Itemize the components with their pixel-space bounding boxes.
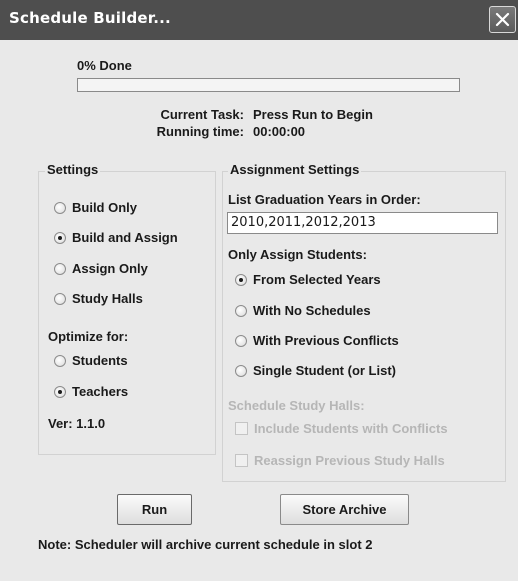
dialog-title: Schedule Builder...: [9, 9, 171, 27]
radio-button-icon: [235, 365, 247, 377]
current-task-label: Current Task:: [160, 107, 244, 122]
radio-label: From Selected Years: [253, 272, 381, 287]
run-button[interactable]: Run: [117, 494, 192, 525]
checkbox-icon: [235, 422, 248, 435]
radio-button-icon: [235, 335, 247, 347]
radio-button-icon: [54, 355, 66, 367]
close-button[interactable]: [489, 6, 516, 33]
radio-button-icon: [54, 202, 66, 214]
radio-button-icon: [54, 232, 66, 244]
close-icon: [495, 12, 510, 27]
checkbox-label: Include Students with Conflicts: [254, 421, 448, 436]
radio-button-icon: [235, 274, 247, 286]
radio-label: With No Schedules: [253, 303, 371, 318]
radio-label: With Previous Conflicts: [253, 333, 399, 348]
grad-years-input[interactable]: 2010,2011,2012,2013: [227, 212, 498, 234]
running-time-label: Running time:: [156, 124, 244, 139]
radio-label: Teachers: [72, 384, 129, 399]
settings-heading: Settings: [45, 162, 101, 177]
radio-label: Assign Only: [72, 261, 148, 276]
optimize-for-label: Optimize for:: [48, 329, 129, 344]
archive-note: Note: Scheduler will archive current sch…: [38, 537, 373, 552]
grad-years-label: List Graduation Years in Order:: [228, 192, 421, 207]
schedule-study-halls-label: Schedule Study Halls:: [228, 398, 365, 413]
schedule-builder-dialog: Schedule Builder... 0% Done Current Task…: [0, 0, 518, 581]
radio-label: Students: [72, 353, 128, 368]
radio-button-icon: [54, 263, 66, 275]
title-bar[interactable]: Schedule Builder...: [0, 0, 518, 40]
current-task-value: Press Run to Begin: [253, 107, 373, 122]
only-assign-label: Only Assign Students:: [228, 247, 367, 262]
radio-label: Build and Assign: [72, 230, 178, 245]
radio-button-icon: [54, 386, 66, 398]
version-label: Ver: 1.1.0: [48, 416, 106, 431]
progress-label: 0% Done: [77, 58, 132, 73]
radio-label: Build Only: [72, 200, 137, 215]
running-time-value: 00:00:00: [253, 124, 306, 139]
checkbox-icon: [235, 454, 248, 467]
store-archive-button[interactable]: Store Archive: [280, 494, 409, 525]
radio-label: Single Student (or List): [253, 363, 396, 378]
checkbox-label: Reassign Previous Study Halls: [254, 453, 445, 468]
radio-button-icon: [54, 293, 66, 305]
radio-label: Study Halls: [72, 291, 143, 306]
progress-bar: [77, 78, 460, 92]
radio-button-icon: [235, 305, 247, 317]
assignment-settings-heading: Assignment Settings: [228, 162, 362, 177]
